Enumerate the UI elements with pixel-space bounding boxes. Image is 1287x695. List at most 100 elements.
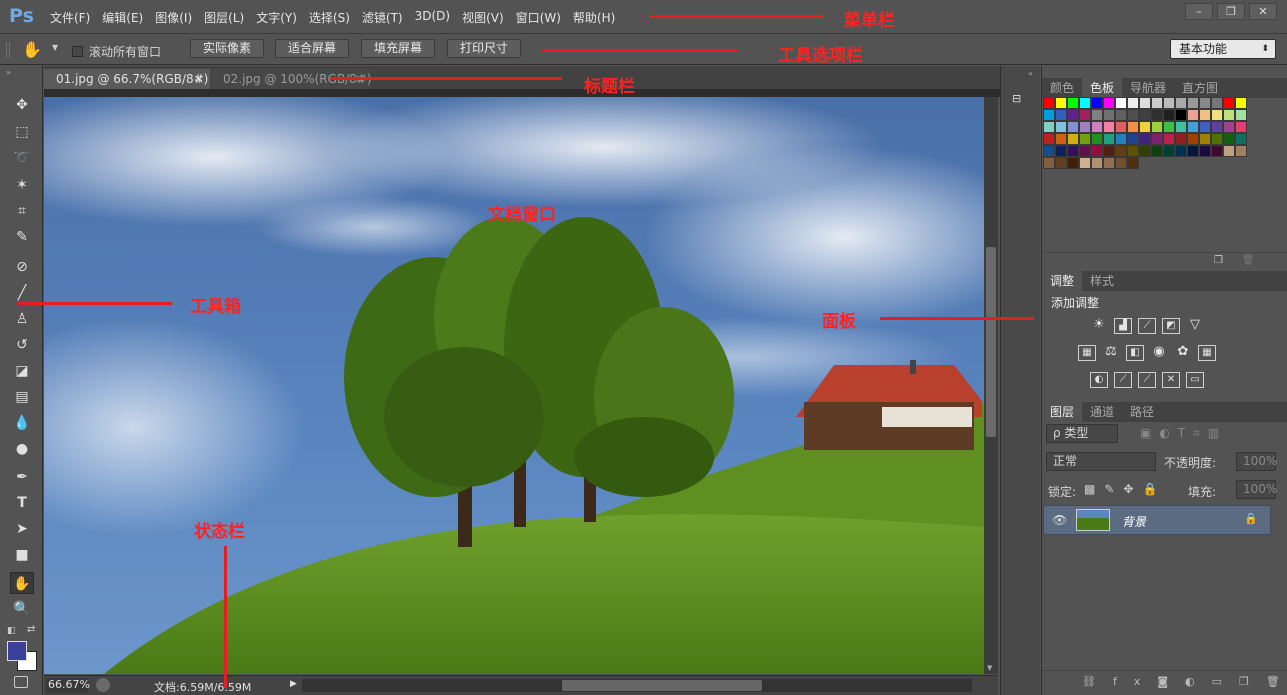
color-swatch[interactable] [1139,145,1151,157]
color-swatch[interactable] [1163,109,1175,121]
tab-swatches[interactable]: 色板 [1082,78,1123,98]
fill-screen-button[interactable]: 填充屏幕 [361,39,435,58]
blur-tool-icon[interactable]: 💧 [10,412,34,434]
color-swatch[interactable] [1223,109,1235,121]
menu-edit[interactable]: 编辑(E) [96,9,149,26]
rectangle-tool-icon[interactable]: ■ [10,544,34,566]
color-swatch[interactable] [1043,121,1055,133]
color-swatch[interactable] [1115,121,1127,133]
color-swatch[interactable] [1199,133,1211,145]
layer-action-icons[interactable]: ⛓fx◙◐▭❐🗑 [1082,675,1287,688]
color-swatch[interactable] [1223,97,1235,109]
color-swatch[interactable] [1079,109,1091,121]
color-swatch[interactable] [1115,97,1127,109]
color-swatch[interactable] [1211,133,1223,145]
color-swatch[interactable] [1103,145,1115,157]
collapse-icon[interactable]: » [6,68,11,77]
color-swatch[interactable] [1175,133,1187,145]
actual-pixels-button[interactable]: 实际像素 [190,39,264,58]
color-swatch[interactable] [1151,97,1163,109]
color-swatch[interactable] [1235,133,1247,145]
color-swatch[interactable] [1175,145,1187,157]
color-swatch[interactable] [1055,133,1067,145]
color-swatch[interactable] [1115,145,1127,157]
levels-icon[interactable]: ▟ [1114,318,1132,334]
color-swatch[interactable] [1223,133,1235,145]
color-swatch[interactable] [1091,121,1103,133]
menu-layer[interactable]: 图层(L) [198,9,250,26]
color-swatch[interactable] [1079,97,1091,109]
scroll-thumb[interactable] [562,680,762,691]
color-swatch[interactable] [1043,109,1055,121]
workspace-select[interactable]: 基本功能 ⬍ [1170,39,1276,59]
color-swatch[interactable] [1127,145,1139,157]
tab-color[interactable]: 颜色 [1042,78,1082,98]
color-swatch[interactable] [1139,133,1151,145]
color-swatch[interactable] [1091,157,1103,169]
scroll-all-windows-option[interactable]: 滚动所有窗口 [72,43,161,60]
clone-stamp-tool-icon[interactable]: ♙ [10,308,34,330]
color-swatch[interactable] [1127,157,1139,169]
color-balance-icon[interactable]: ⚖ [1102,345,1120,361]
color-swatch[interactable] [1151,133,1163,145]
color-swatch[interactable] [1187,97,1199,109]
pen-tool-icon[interactable]: ✒ [10,466,34,488]
invert-icon[interactable]: ◐ [1090,372,1108,388]
zoom-tool-icon[interactable]: 🔍 [10,598,34,620]
color-swatch[interactable] [1199,97,1211,109]
color-swatch[interactable] [1115,133,1127,145]
eye-icon[interactable]: 👁 [1052,513,1067,527]
color-swatch[interactable] [1151,109,1163,121]
scroll-thumb[interactable] [986,247,996,437]
color-swatch[interactable] [1067,145,1079,157]
color-swatch[interactable] [1043,97,1055,109]
vibrance-icon[interactable]: ▽ [1186,318,1204,334]
quick-mask-icon[interactable] [14,676,28,688]
color-swatch[interactable] [1187,121,1199,133]
black-white-icon[interactable]: ◧ [1126,345,1144,361]
tab-histogram[interactable]: 直方图 [1174,78,1226,98]
menu-window[interactable]: 窗口(W) [510,9,567,26]
fit-screen-button[interactable]: 适合屏幕 [275,39,349,58]
color-swatch[interactable] [1079,145,1091,157]
color-swatch[interactable] [1199,145,1211,157]
print-size-button[interactable]: 打印尺寸 [447,39,521,58]
minimize-button[interactable]: – [1185,3,1213,20]
color-swatch[interactable] [1115,157,1127,169]
photo-filter-icon[interactable]: ◉ [1150,345,1168,361]
selective-color-icon[interactable]: ✕ [1162,372,1180,388]
vertical-scrollbar[interactable]: ▼ [984,97,998,674]
color-swatch[interactable] [1163,145,1175,157]
color-swatch[interactable] [1043,157,1055,169]
expand-icon[interactable]: « [1028,69,1033,78]
history-brush-tool-icon[interactable]: ↺ [10,334,34,356]
tab-navigator[interactable]: 导航器 [1122,78,1174,98]
filter-icons[interactable]: ▣◐T⌗▥ [1140,426,1227,441]
color-swatch[interactable] [1067,109,1079,121]
color-lookup-icon[interactable]: ▦ [1198,345,1216,361]
dodge-tool-icon[interactable]: ● [10,438,34,460]
swap-colors-icon[interactable]: ⇄ [27,624,35,635]
close-icon[interactable]: × [194,69,204,89]
brightness-icon[interactable]: ☀ [1090,318,1108,334]
posterize-icon[interactable]: ⟋ [1114,372,1132,388]
curves-icon[interactable]: ⟋ [1138,318,1156,334]
blend-mode-select[interactable]: 正常 [1046,452,1156,471]
scroll-all-checkbox[interactable] [72,46,83,57]
color-swatch[interactable] [1211,97,1223,109]
brush-tool-icon[interactable]: ╱ [10,282,34,304]
channel-mixer-icon[interactable]: ✿ [1174,345,1192,361]
color-swatch[interactable] [1079,157,1091,169]
tab-layers[interactable]: 图层 [1042,402,1083,422]
color-swatch[interactable] [1235,121,1247,133]
color-swatch[interactable] [1055,97,1067,109]
color-swatch[interactable] [1079,121,1091,133]
color-swatch[interactable] [1103,109,1115,121]
color-swatch[interactable] [1043,145,1055,157]
color-swatch[interactable] [1067,97,1079,109]
default-colors-icon[interactable]: ◧ [7,626,16,636]
color-swatch[interactable] [1043,133,1055,145]
color-swatch[interactable] [1055,145,1067,157]
status-icon[interactable] [96,678,110,692]
history-panel-icon[interactable]: ⊟ [1012,92,1021,105]
